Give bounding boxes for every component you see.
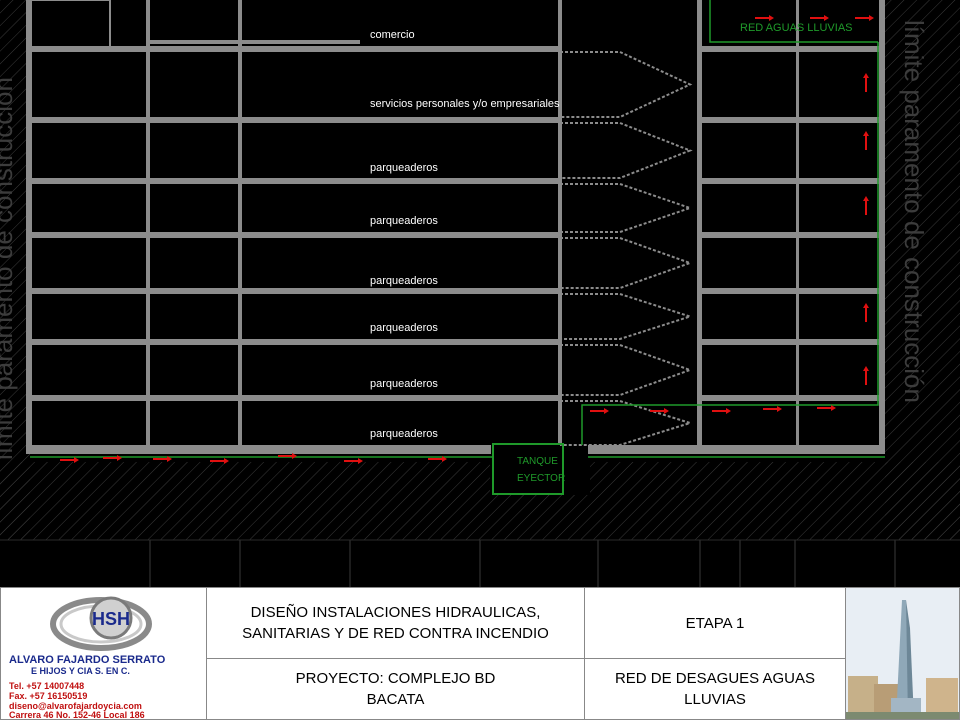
- floor-slab: [700, 395, 880, 401]
- staircase: [560, 51, 694, 446]
- floor-label-parqueaderos: parqueaderos: [370, 162, 438, 174]
- title-block: HSH ALVARO FAJARDO SERRATO E HIJOS Y CIA…: [0, 587, 960, 720]
- flow-arrow-head: [824, 15, 829, 21]
- downpipe: [581, 42, 879, 445]
- project-title: DISEÑO INSTALACIONES HIDRAULICAS, SANITA…: [242, 604, 549, 642]
- rain-network-label: RED AGUAS LLUVIAS: [740, 22, 853, 34]
- company-logo-icon: HSH: [50, 596, 152, 651]
- right-wall: [879, 0, 885, 454]
- flow-arrow-head: [869, 15, 874, 21]
- floor-slab: [30, 178, 560, 184]
- roof-drain-pipe: [709, 0, 878, 43]
- flow-arrow-head: [726, 408, 731, 414]
- tank-label-1: TANQUE: [517, 456, 558, 467]
- flow-arrow-head: [863, 303, 869, 308]
- flow-arrow-head: [117, 455, 122, 461]
- floor-slab: [30, 117, 560, 123]
- flow-arrow-head: [831, 405, 836, 411]
- project-name-cell: PROYECTO: COMPLEJO BD BACATA: [206, 658, 585, 720]
- left-wall: [26, 0, 32, 454]
- floor-label-parqueaderos: parqueaderos: [370, 428, 438, 440]
- tank-pit: [490, 445, 590, 495]
- bottom-soil-hatch: [0, 462, 960, 540]
- building-structure: [26, 0, 885, 454]
- building-render-image: [846, 588, 959, 719]
- right-margin-text: límite paramento de construcción: [899, 20, 929, 403]
- flow-arrow-head: [863, 73, 869, 78]
- tank-label-2: EYECTOR: [517, 473, 565, 484]
- floor-label-comercio: comercio: [370, 29, 415, 41]
- column: [146, 0, 150, 445]
- floor-label-parqueaderos: parqueaderos: [370, 215, 438, 227]
- foundation-slab: [588, 445, 885, 454]
- column: [796, 0, 799, 445]
- cad-section-drawing: límite paramento de construcción límite …: [0, 0, 960, 587]
- left-margin-text: límite paramento de construcción: [0, 77, 18, 460]
- stair-flight: [560, 122, 693, 179]
- floor-slab: [700, 288, 880, 294]
- floor-label-parqueaderos: parqueaderos: [370, 378, 438, 390]
- sheet-title: RED DE DESAGUES AGUAS LLUVIAS: [614, 670, 816, 708]
- flow-arrow-head: [604, 408, 609, 414]
- project-name: PROYECTO: COMPLEJO BD BACATA: [295, 670, 496, 708]
- flow-arrow-head: [863, 131, 869, 136]
- floor-slab: [700, 117, 880, 123]
- flow-arrow-head: [664, 408, 669, 414]
- company-address: Carrera 46 No. 152-46 Local 186: [9, 710, 145, 720]
- flow-arrow-head: [777, 406, 782, 412]
- grid-axis-lines: [0, 539, 960, 587]
- stair-flight: [560, 293, 694, 340]
- stair-flight: [560, 237, 693, 289]
- column: [238, 0, 242, 445]
- company-name-2: E HIJOS Y CIA S. EN C.: [31, 666, 130, 676]
- building-section-svg: límite paramento de construcción límite …: [0, 0, 960, 587]
- beam: [150, 40, 360, 44]
- floor-label-servicios: servicios personales y/o empresariales: [370, 98, 560, 110]
- company-fax: Fax. +57 16150519: [9, 691, 88, 701]
- sheet-title-cell: RED DE DESAGUES AGUAS LLUVIAS: [584, 658, 846, 720]
- flow-arrow-head: [769, 15, 774, 21]
- stair-flight: [560, 183, 694, 233]
- column: [558, 0, 562, 445]
- building-render-panel: [845, 587, 960, 720]
- shaft: [29, 0, 111, 51]
- flow-arrow-head: [863, 366, 869, 371]
- floor-slab: [30, 232, 560, 238]
- floor-slab: [700, 46, 880, 52]
- stair-flight: [560, 51, 693, 118]
- rain-water-pipes: [30, 0, 885, 458]
- floor-slab: [700, 178, 880, 184]
- logo-mark: HSH: [92, 609, 130, 629]
- floor-slab: [30, 288, 560, 294]
- company-name-1: ALVARO FAJARDO SERRATO: [9, 654, 166, 666]
- company-logo-panel: HSH ALVARO FAJARDO SERRATO E HIJOS Y CIA…: [0, 587, 207, 720]
- foundation-slab: [26, 445, 491, 454]
- floor-slab: [30, 339, 560, 345]
- floor-label-parqueaderos: parqueaderos: [370, 322, 438, 334]
- stage-cell: ETAPA 1: [584, 587, 846, 659]
- floor-slab: [700, 232, 880, 238]
- company-tel: Tel. +57 14007448: [9, 681, 85, 691]
- stage-label: ETAPA 1: [685, 614, 745, 632]
- floor-label-parqueaderos: parqueaderos: [370, 275, 438, 287]
- stair-flight: [560, 400, 694, 446]
- floor-slab: [30, 395, 560, 401]
- flow-arrow-head: [863, 196, 869, 201]
- floor-slab: [700, 339, 880, 345]
- stair-flight: [560, 344, 693, 396]
- project-title-cell: DISEÑO INSTALACIONES HIDRAULICAS, SANITA…: [206, 587, 585, 659]
- core-wall: [697, 0, 702, 445]
